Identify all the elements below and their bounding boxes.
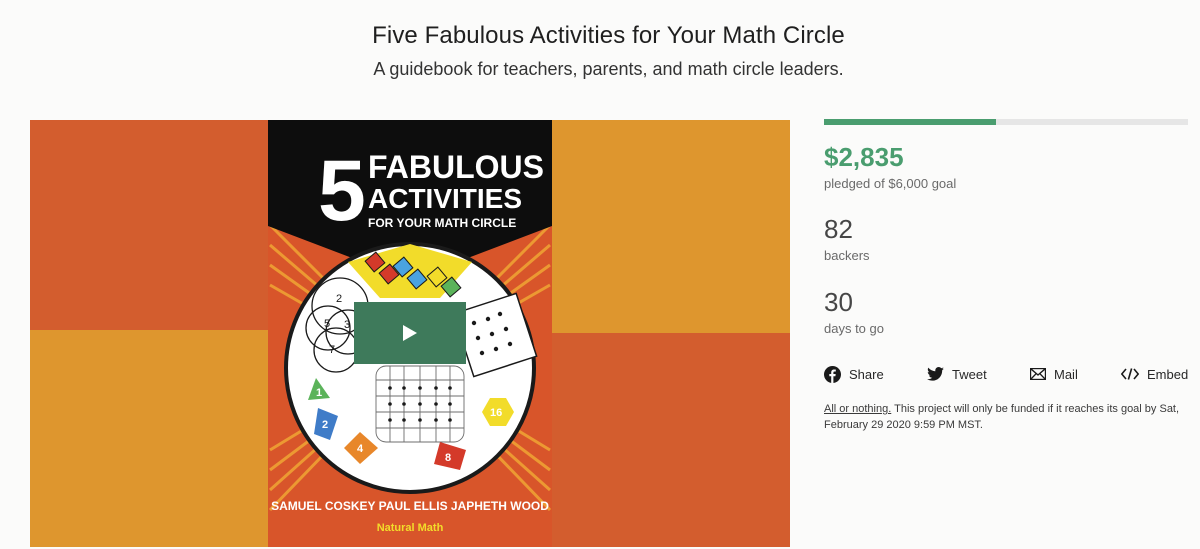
- share-embed-label: Embed: [1147, 366, 1189, 382]
- shape-label-16: 16: [490, 407, 502, 419]
- share-facebook-label: Share: [849, 366, 884, 382]
- share-mail-label: Mail: [1054, 366, 1078, 382]
- backers-label: backers: [824, 248, 870, 263]
- cover-authors: SAMUEL COSKEY PAUL ELLIS JAPHETH WOOD: [271, 499, 549, 513]
- venn-label-4: 7: [329, 344, 335, 356]
- shape-label-1: 1: [316, 387, 322, 399]
- shape-label-2: 2: [322, 419, 328, 431]
- embed-code-icon: [1121, 368, 1139, 380]
- share-twitter-button[interactable]: Tweet: [927, 365, 987, 383]
- cover-line3: FOR YOUR MATH CIRCLE: [368, 216, 516, 230]
- days-to-go-count: 30: [824, 287, 853, 317]
- all-or-nothing-link[interactable]: All or nothing.: [824, 403, 891, 415]
- mail-icon: [1030, 368, 1046, 380]
- cover-line2: ACTIVITIES: [368, 183, 522, 214]
- share-embed-button[interactable]: Embed: [1121, 365, 1188, 383]
- shape-label-4: 4: [357, 443, 364, 455]
- twitter-icon: [927, 367, 944, 381]
- funding-progress-fill: [824, 119, 996, 125]
- venn-label-3: 3: [344, 319, 350, 331]
- venn-label-2: 5: [324, 318, 330, 330]
- play-button[interactable]: [354, 302, 466, 364]
- play-icon: [403, 325, 417, 341]
- project-subtitle: A guidebook for teachers, parents, and m…: [373, 59, 844, 79]
- shape-label-8: 8: [445, 452, 451, 464]
- backers-count: 82: [824, 214, 853, 244]
- share-facebook-button[interactable]: Share: [824, 365, 884, 383]
- project-video[interactable]: 5 FABULOUS ACTIVITIES FOR YOUR MATH CIRC…: [30, 120, 790, 547]
- share-twitter-label: Tweet: [952, 366, 987, 382]
- pledged-amount: $2,835: [824, 142, 904, 172]
- funding-progress-bar: [824, 119, 1188, 125]
- days-to-go-label: days to go: [824, 321, 884, 336]
- cover-number: 5: [318, 143, 366, 239]
- cover-publisher: Natural Math: [377, 522, 444, 534]
- project-title: Five Fabulous Activities for Your Math C…: [372, 22, 845, 49]
- funding-notice: All or nothing. This project will only b…: [824, 401, 1190, 433]
- cover-line1: FABULOUS: [368, 149, 544, 185]
- share-mail-button[interactable]: Mail: [1030, 365, 1078, 383]
- pledged-label: pledged of $6,000 goal: [824, 176, 957, 191]
- venn-label-1: 2: [336, 293, 342, 305]
- facebook-icon: [824, 365, 841, 383]
